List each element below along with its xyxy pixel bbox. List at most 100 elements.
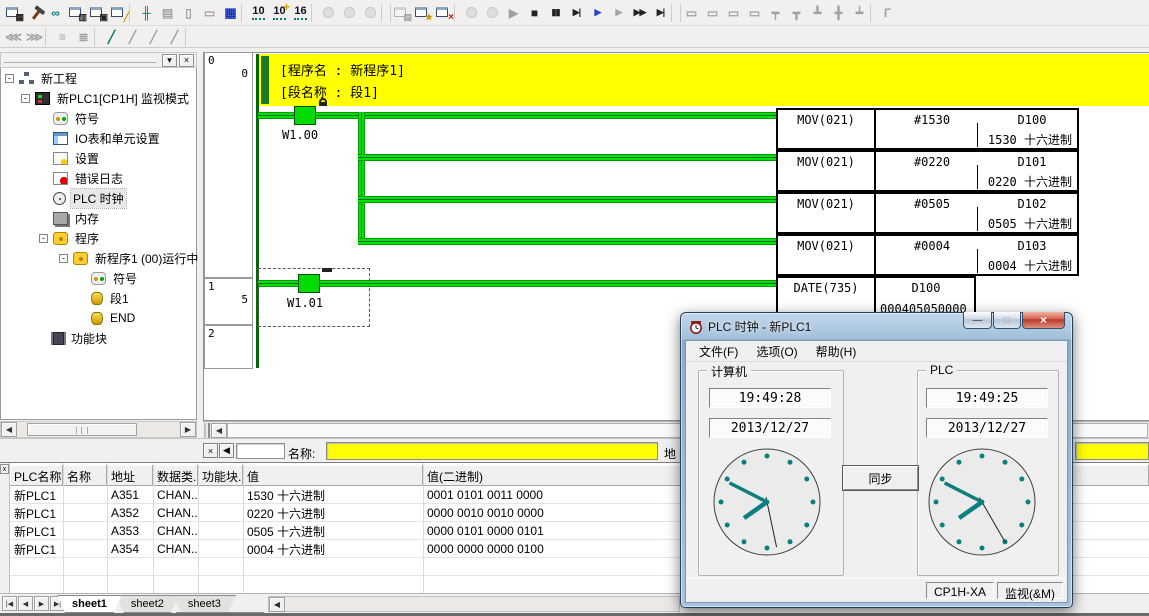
splitter-grip[interactable]	[204, 423, 210, 438]
tree-item-plc-clock[interactable]: PLC 时钟	[1, 188, 195, 208]
toolbar-button[interactable]	[241, 4, 248, 22]
watch-strip-close-icon[interactable]: x	[0, 464, 9, 474]
first-sheet-button[interactable]: |◀	[2, 596, 17, 611]
rung-comment-banner[interactable]: [程序名 : 新程序1] [段名称 : 段1]	[259, 54, 1149, 106]
tree-item-project[interactable]: - 新工程	[1, 68, 195, 88]
run-to-end-icon[interactable]: ▶|	[650, 3, 671, 23]
tree-item-program1[interactable]: - 新程序1 (00)运行中	[1, 248, 195, 268]
view-diagram-icon[interactable]: ▦	[3, 3, 24, 23]
tree-item-program-symbols[interactable]: 符号	[1, 268, 195, 288]
contact-w1-01[interactable]	[298, 274, 320, 293]
toolbar-button[interactable]	[185, 28, 192, 46]
online-edit-pen-icon[interactable]: ╱	[101, 27, 122, 47]
watch-column-header[interactable]: 功能块...	[198, 465, 243, 486]
instruction-box[interactable]: MOV(021) #0505 D102 0505 十六进制	[776, 192, 1079, 234]
instruction-box[interactable]: MOV(021) #1530 D100 1530 十六进制	[776, 108, 1079, 150]
watch-back-button[interactable]: ◀	[219, 443, 234, 458]
watch-column-header[interactable]: 值	[243, 465, 423, 486]
menu-help[interactable]: 帮助(H)	[807, 341, 866, 362]
tree-item-end[interactable]: END	[1, 308, 195, 328]
watch-window-icon[interactable]: ∞	[45, 3, 66, 23]
tree-item-error-log[interactable]: 错误日志	[1, 168, 195, 188]
toolbar-button[interactable]	[94, 28, 101, 46]
minimize-button[interactable]: —	[963, 312, 992, 329]
online-simulator-icon[interactable]: ×	[433, 3, 454, 23]
scroll-left-icon[interactable]: ◀	[1, 422, 17, 437]
cross-reference-icon[interactable]: ▥	[66, 3, 87, 23]
force-cancel-icon[interactable]	[360, 3, 381, 23]
tree-item-symbols[interactable]: 符号	[1, 108, 195, 128]
rung-margin-cell[interactable]: 1 5	[204, 278, 253, 325]
tree-expander-icon[interactable]: -	[39, 234, 48, 243]
scroll-left-icon[interactable]: ◀	[269, 597, 285, 612]
step-run-icon[interactable]: ▶|	[566, 3, 587, 23]
or-contact-tool-icon[interactable]: ▭	[723, 3, 744, 23]
new-contact-tool-icon[interactable]: ▭	[681, 3, 702, 23]
rung-margin-cell[interactable]: 0 0	[204, 52, 253, 278]
toolbar-button[interactable]	[129, 4, 136, 22]
tree-item-settings[interactable]: 设置	[1, 148, 195, 168]
properties-icon[interactable]: ╱	[108, 3, 129, 23]
panel-close-button[interactable]: ×	[179, 54, 194, 67]
monitor-hex-icon[interactable]: 16	[290, 3, 311, 23]
maximize-button[interactable]: □	[993, 312, 1021, 329]
cancel-edit-pen-icon[interactable]: ╱	[164, 27, 185, 47]
toolbar-button[interactable]	[381, 4, 391, 22]
compare-program-icon[interactable]: ▤	[391, 3, 412, 23]
monitor-decimal-icon[interactable]: 10	[248, 3, 269, 23]
tree-expander-icon[interactable]: -	[21, 94, 30, 103]
fb-instance-box[interactable]	[236, 443, 285, 459]
tree-expander-icon[interactable]: -	[5, 74, 14, 83]
watch-column-header[interactable]: 数据类...	[153, 465, 198, 486]
tab-sheet2[interactable]: sheet2	[116, 595, 179, 613]
new-closed-contact-tool-icon[interactable]: ▭	[702, 3, 723, 23]
contact-w1-00[interactable]	[294, 106, 316, 125]
toolbar-button[interactable]	[454, 4, 461, 22]
indent-left-icon[interactable]: ⋘	[3, 27, 24, 47]
toolbar-button[interactable]	[671, 4, 681, 22]
panel-grip[interactable]	[4, 58, 156, 63]
scroll-right-icon[interactable]: ▶	[180, 422, 196, 437]
transfer-program-icon[interactable]: ▤	[157, 3, 178, 23]
toolbar-button[interactable]	[311, 4, 318, 22]
dialog-titlebar[interactable]: PLC 时钟 - 新PLC1	[689, 318, 811, 335]
tree-item-memory[interactable]: 内存	[1, 208, 195, 228]
force-off-icon[interactable]	[339, 3, 360, 23]
vertical-down-tool-icon[interactable]: ┳	[786, 3, 807, 23]
prev-sheet-button[interactable]: ◀	[18, 596, 33, 611]
junction-tool-icon[interactable]: ╋	[828, 3, 849, 23]
tab-sheet1[interactable]: sheet1	[57, 595, 122, 613]
pause-icon[interactable]: ▮▮	[545, 3, 566, 23]
debug-pause-hand-icon[interactable]	[461, 3, 482, 23]
sync-button[interactable]: 同步	[842, 465, 919, 491]
close-button[interactable]: ×	[1022, 312, 1065, 329]
tree-item-io-table[interactable]: IO表和单元设置	[1, 128, 195, 148]
step-out-icon[interactable]: ▶	[608, 3, 629, 23]
toolbar-button[interactable]	[870, 4, 877, 22]
tree-expander-icon[interactable]: -	[59, 254, 68, 263]
debug-resume-hand-icon[interactable]	[482, 3, 503, 23]
sheet-horizontal-scrollbar[interactable]: ◀	[268, 596, 680, 612]
work-online-icon[interactable]: ★	[412, 3, 433, 23]
select-rung-tool-icon[interactable]: Γ	[877, 3, 898, 23]
address-input[interactable]	[1075, 442, 1149, 460]
instruction-box[interactable]: MOV(021) #0220 D101 0220 十六进制	[776, 150, 1079, 192]
scrollbar-thumb[interactable]	[27, 423, 137, 436]
tree-item-function-blocks[interactable]: 功能块	[1, 328, 195, 348]
watch-column-header[interactable]: 地址	[107, 465, 153, 486]
instruction-box[interactable]: MOV(021) #0004 D103 0004 十六进制	[776, 234, 1079, 276]
rung-annotation-list-icon[interactable]: ≣	[73, 27, 94, 47]
horizontal-tool-icon[interactable]: ┻	[807, 3, 828, 23]
build-program-icon[interactable]	[24, 3, 45, 23]
step-into-icon[interactable]: ▶	[587, 3, 608, 23]
indent-right-icon[interactable]: ⋙	[24, 27, 45, 47]
tree-item-programs[interactable]: - 程序	[1, 228, 195, 248]
name-input[interactable]	[326, 442, 658, 460]
dialog-view-icon[interactable]: ▭	[199, 3, 220, 23]
scroll-left-icon[interactable]: ◀	[211, 423, 227, 438]
rung-margin-cell[interactable]: 2	[204, 325, 253, 369]
monitor-decimal-force-icon[interactable]: 10	[269, 3, 290, 23]
force-on-icon[interactable]	[318, 3, 339, 23]
tree-horizontal-scrollbar[interactable]: ◀ ▶	[0, 421, 197, 438]
panel-dropdown-button[interactable]: ▾	[162, 54, 177, 67]
